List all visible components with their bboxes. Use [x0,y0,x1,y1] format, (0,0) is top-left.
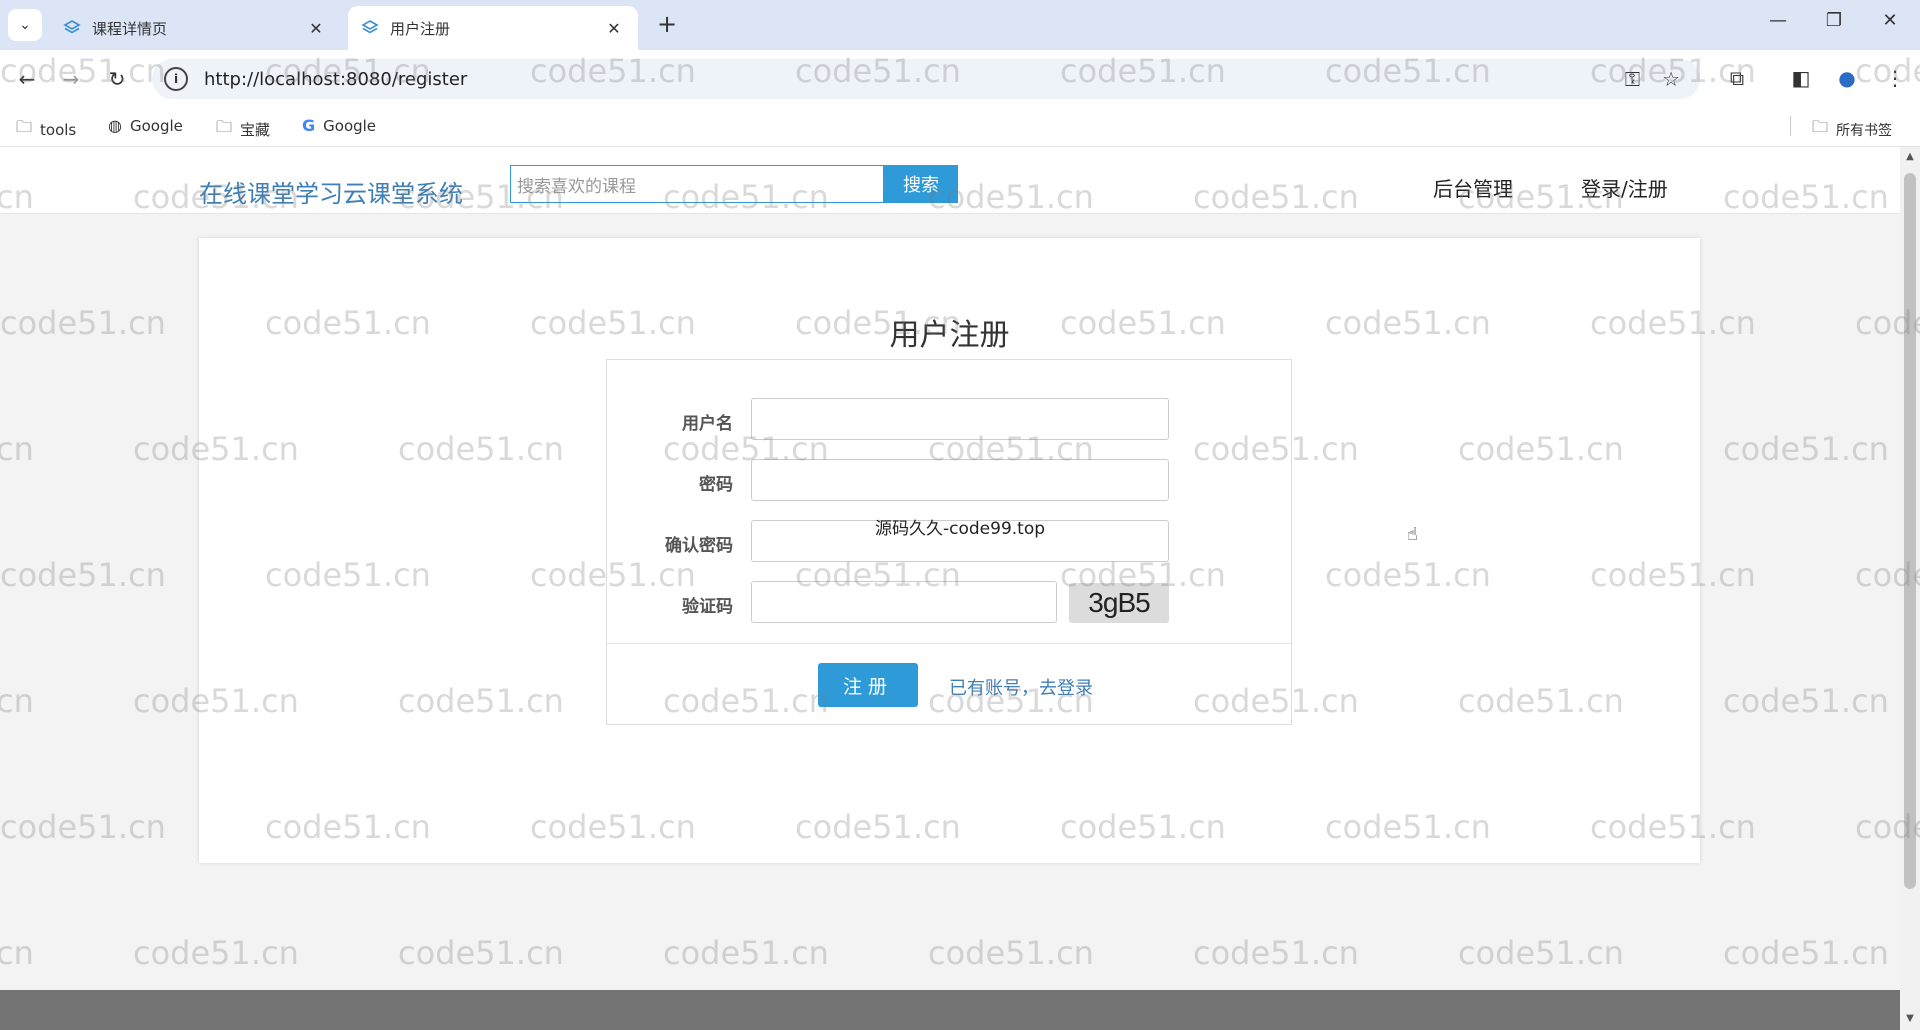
register-button[interactable]: 注册 [818,663,918,707]
go-login-link[interactable]: 已有账号，去登录 [949,674,1093,700]
page-title: 用户注册 [889,318,1010,353]
reload-icon[interactable]: ↻ [102,64,132,94]
hand-cursor-icon: ☝ [1407,524,1418,545]
form-row-password: 密码 [607,459,1293,501]
overlay-watermark-text: 源码久久-code99.top [875,519,1046,539]
tab-title: 用户注册 [390,19,451,38]
scroll-up-icon[interactable]: ▲ [1900,151,1920,162]
site-title[interactable]: 在线课堂学习云课堂系统 [199,174,463,209]
key-icon[interactable]: ⚿ [1625,67,1640,91]
browser-toolbar: ← → ↻ i http://localhost:8080/register ⚿… [0,50,1920,106]
bookmark-google-2[interactable]: G Google [302,116,376,135]
bookmark-label: tools [40,120,77,139]
bookmark-google[interactable]: ◍ Google [108,116,183,135]
minimize-icon[interactable]: — [1758,10,1798,31]
window-close-icon[interactable]: ✕ [1870,10,1910,31]
new-tab-button[interactable]: + [652,10,682,38]
layers-icon [360,18,380,38]
bookmark-label: Google [129,116,183,135]
form-row-captcha: 验证码 3gB5 [607,581,1293,623]
tab-title: 课程详情页 [92,19,168,38]
page-scrollbar[interactable]: ▲ ▼ [1900,147,1920,1030]
bookmark-label: Google [323,116,377,135]
captcha-input[interactable] [751,581,1057,623]
scroll-thumb[interactable] [1904,173,1916,889]
layers-icon [62,18,82,38]
bookmark-tools[interactable]: 🗀 tools [16,116,76,143]
folder-icon: 🗀 [216,117,233,136]
bookmark-separator [1790,116,1791,136]
tab-course-detail[interactable]: 课程详情页 ✕ [50,6,340,50]
bookmarks-bar: 🗀 tools ◍ Google 🗀 宝藏 G Google 🗀 所有书签 [0,106,1920,147]
page-content: 在线课堂学习云课堂系统 搜索喜欢的课程 搜索 后台管理 登录/注册 用户注册 用… [0,147,1900,990]
captcha-image[interactable]: 3gB5 [1069,583,1169,623]
google-icon: G [302,116,316,135]
menu-icon[interactable]: ⋮ [1880,66,1910,90]
back-icon[interactable]: ← [12,64,42,94]
captcha-label: 验证码 [682,597,733,617]
close-icon[interactable]: ✕ [602,19,626,38]
browser-tab-bar: ⌄ 课程详情页 ✕ 用户注册 ✕ + — ❐ ✕ [0,0,1920,50]
chevron-down-icon: ⌄ [19,17,31,33]
globe-icon: ◍ [108,116,122,135]
password-label: 密码 [699,475,733,495]
restore-icon[interactable]: ❐ [1814,10,1854,31]
tab-register[interactable]: 用户注册 ✕ [348,6,638,50]
all-bookmarks-label: 所有书签 [1836,122,1893,139]
bookmark-treasure[interactable]: 🗀 宝藏 [216,116,270,143]
form-row-username: 用户名 [607,398,1293,440]
password-input[interactable] [751,459,1169,501]
star-icon[interactable]: ☆ [1662,67,1680,91]
url-text: http://localhost:8080/register [204,68,468,90]
username-label: 用户名 [682,414,733,434]
nav-admin[interactable]: 后台管理 [1433,173,1513,202]
search-button[interactable]: 搜索 [884,165,958,203]
address-bar[interactable]: i http://localhost:8080/register ⚿ ☆ [152,59,1700,99]
nav-login-register[interactable]: 登录/注册 [1581,173,1668,202]
tab-list-button[interactable]: ⌄ [8,9,42,41]
close-icon[interactable]: ✕ [304,19,328,38]
confirm-password-label: 确认密码 [665,536,733,556]
bookmark-label: 宝藏 [240,121,271,139]
site-header: 在线课堂学习云课堂系统 搜索喜欢的课程 搜索 后台管理 登录/注册 [0,147,1900,214]
register-card: 用户注册 用户名 密码 确认密码 验证码 3gB5 注册 已有账号，去登录 [199,238,1700,863]
profile-icon[interactable]: ● [1832,66,1862,90]
all-bookmarks[interactable]: 🗀 所有书签 [1812,116,1892,143]
form-divider [607,643,1291,644]
page-footer [0,990,1900,1030]
register-form: 用户名 密码 确认密码 验证码 3gB5 注册 已有账号，去登录 [606,359,1292,725]
site-info-icon[interactable]: i [164,67,188,91]
search-input[interactable]: 搜索喜欢的课程 [510,165,884,203]
folder-icon: 🗀 [16,117,33,136]
username-input[interactable] [751,398,1169,440]
side-panel-icon[interactable]: ◧ [1786,66,1816,90]
scroll-down-icon[interactable]: ▼ [1900,1013,1920,1024]
folder-icon: 🗀 [1812,117,1829,136]
forward-icon[interactable]: → [56,64,86,94]
extensions-icon[interactable]: ⧉ [1722,66,1752,90]
